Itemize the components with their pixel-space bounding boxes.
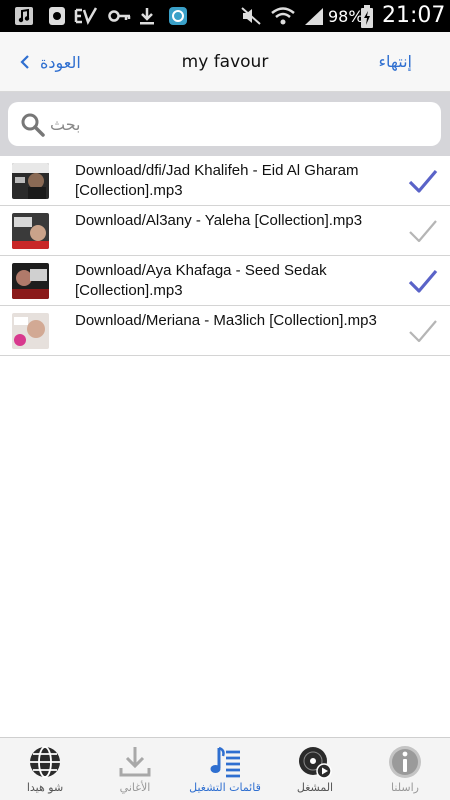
clock: 21:07 [382, 3, 446, 28]
shield-app-icon [49, 7, 65, 25]
ev-app-icon [74, 7, 98, 26]
checkmark-checked-icon[interactable] [407, 268, 439, 294]
tab-bar: شو هيدا الأغاني قائمات التشغيل المشغل را… [0, 737, 450, 800]
music-file-icon [15, 7, 33, 25]
tab-label: الأغاني [119, 781, 151, 794]
battery-charging-icon [361, 5, 373, 28]
playlist-icon [210, 746, 240, 778]
mute-icon [241, 7, 261, 25]
checkmark-unchecked-icon[interactable] [407, 318, 439, 344]
list-item[interactable]: Download/dfi/Jad Khalifeh - Eid Al Ghara… [0, 156, 450, 206]
tab-label: شو هيدا [26, 781, 64, 794]
status-bar: 98% 21:07 [0, 0, 450, 32]
signal-icon [305, 8, 323, 25]
checkmark-checked-icon[interactable] [407, 168, 439, 194]
song-title: Download/Aya Khafaga - Seed Sedak [Colle… [75, 262, 327, 299]
tab-contact[interactable]: راسلنا [360, 738, 450, 800]
search-box[interactable] [8, 102, 441, 146]
download-icon [119, 747, 151, 777]
album-thumbnail [12, 163, 49, 199]
tab-songs[interactable]: الأغاني [90, 738, 180, 800]
vpn-key-icon [108, 10, 131, 22]
tab-player[interactable]: المشغل [270, 738, 360, 800]
song-list: Download/dfi/Jad Khalifeh - Eid Al Ghara… [0, 156, 450, 356]
finish-button[interactable]: إنتهاء [379, 52, 413, 71]
album-thumbnail [12, 213, 49, 249]
disc-player-icon [299, 747, 332, 779]
list-item[interactable]: Download/Aya Khafaga - Seed Sedak [Colle… [0, 256, 450, 306]
search-bar [0, 92, 450, 156]
globe-icon [30, 746, 60, 778]
list-item[interactable]: Download/Meriana - Ma3lich [Collection].… [0, 306, 450, 356]
album-thumbnail [12, 263, 49, 299]
list-item[interactable]: Download/Al3any - Yaleha [Collection].mp… [0, 206, 450, 256]
tab-label: المشغل [296, 781, 334, 794]
tab-label: قائمات التشغيل [189, 781, 261, 794]
search-icon [21, 113, 45, 137]
info-icon [389, 746, 421, 778]
tab-about[interactable]: شو هيدا [0, 738, 90, 800]
song-title: Download/Al3any - Yaleha [Collection].mp… [75, 212, 363, 229]
song-title: Download/Meriana - Ma3lich [Collection].… [75, 312, 377, 329]
wifi-icon [271, 7, 295, 25]
tab-playlists[interactable]: قائمات التشغيل [180, 738, 270, 800]
album-thumbnail [12, 313, 49, 349]
navigation-bar: العودة my favour إنتهاء [0, 32, 450, 92]
chat-app-icon [169, 7, 187, 25]
search-input[interactable] [50, 110, 420, 138]
checkmark-unchecked-icon[interactable] [407, 218, 439, 244]
song-title: Download/dfi/Jad Khalifeh - Eid Al Ghara… [75, 162, 359, 199]
download-status-icon [140, 8, 154, 25]
battery-percentage: 98% [328, 7, 364, 26]
tab-label: راسلنا [391, 781, 419, 794]
